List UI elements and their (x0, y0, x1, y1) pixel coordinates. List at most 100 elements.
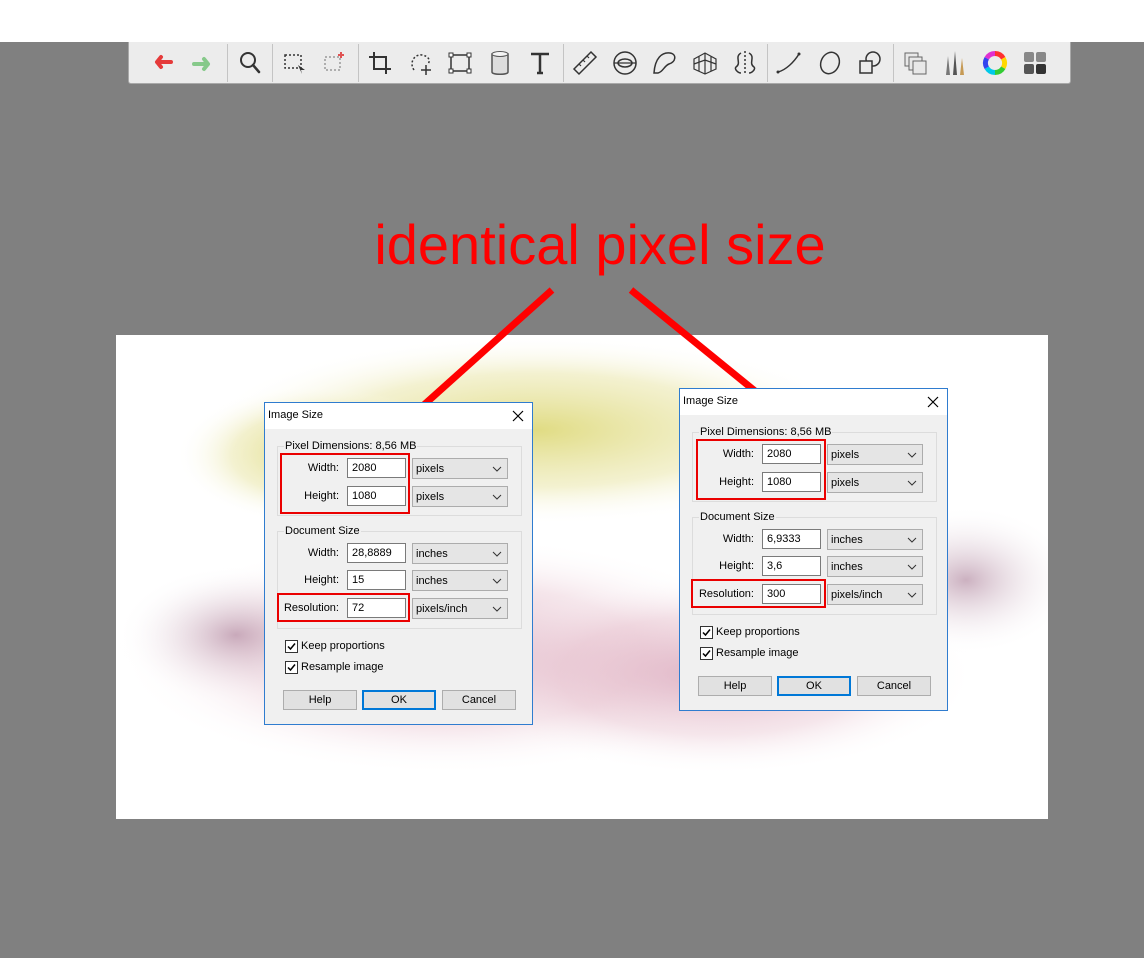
help-button[interactable]: Help (283, 690, 357, 710)
line-stroke-icon[interactable] (774, 48, 804, 78)
pixel-width-unit-value: pixels (416, 463, 445, 475)
shape-tool-icon[interactable] (855, 48, 885, 78)
perspective-grid-icon[interactable] (690, 48, 720, 78)
layers-icon[interactable] (900, 48, 930, 78)
doc-height-unit-value: inches (416, 575, 448, 587)
toolbar-separator (893, 44, 894, 82)
doc-width-input[interactable]: 28,8889 (347, 543, 406, 563)
resolution-highlight (277, 593, 410, 622)
dialog-title: Image Size (683, 395, 739, 407)
toolbar-separator (272, 44, 273, 82)
toolbar-separator (358, 44, 359, 82)
doc-height-unit-value: inches (831, 561, 863, 573)
doc-height-unit-select[interactable]: inches (827, 556, 923, 577)
pixel-dimensions-label: Pixel Dimensions: 8,56 MB (699, 426, 833, 438)
color-wheel-icon[interactable] (980, 48, 1010, 78)
resolution-highlight (691, 579, 826, 608)
pixel-height-unit-value: pixels (416, 491, 445, 503)
checkmark-icon (287, 664, 296, 672)
doc-height-input[interactable]: 3,6 (762, 556, 821, 576)
doc-width-unit-value: inches (416, 548, 448, 560)
doc-width-unit-select[interactable]: inches (827, 529, 923, 550)
doc-width-unit-value: inches (831, 534, 863, 546)
help-button[interactable]: Help (698, 676, 772, 696)
ruler-icon[interactable] (570, 48, 600, 78)
chevron-down-icon (492, 494, 502, 500)
close-icon[interactable] (925, 394, 941, 410)
toolbar (128, 42, 1071, 84)
pixel-dimensions-highlight (280, 453, 410, 514)
resample-image-checkbox[interactable] (700, 647, 713, 660)
cancel-button[interactable]: Cancel (857, 676, 931, 696)
chevron-down-icon (907, 537, 917, 543)
ok-button[interactable]: OK (362, 690, 436, 710)
resolution-unit-value: pixels/inch (416, 603, 468, 615)
chevron-down-icon (907, 564, 917, 570)
brushes-icon[interactable] (940, 48, 970, 78)
keep-proportions-checkbox[interactable] (285, 640, 298, 653)
doc-width-label: Width: (307, 547, 339, 559)
doc-height-unit-select[interactable]: inches (412, 570, 508, 591)
lasso-transform-icon[interactable] (406, 48, 436, 78)
annotation-text: identical pixel size (374, 213, 826, 276)
ellipse-stroke-icon[interactable] (815, 48, 845, 78)
text-tool-icon[interactable] (525, 48, 555, 78)
pixel-height-unit-value: pixels (831, 477, 860, 489)
toolbar-separator (227, 44, 228, 82)
document-size-label: Document Size (699, 511, 776, 523)
dialog-titlebar: Image Size (680, 389, 947, 415)
redo-arrow-icon[interactable] (188, 48, 218, 78)
doc-width-label: Width: (722, 533, 754, 545)
checkmark-icon (287, 643, 296, 651)
ok-button[interactable]: OK (777, 676, 851, 696)
rectangle-selection-icon[interactable] (280, 48, 310, 78)
chevron-down-icon (492, 466, 502, 472)
doc-width-unit-select[interactable]: inches (412, 543, 508, 564)
chevron-down-icon (907, 592, 917, 598)
resolution-unit-select[interactable]: pixels/inch (827, 584, 923, 605)
resolution-unit-select[interactable]: pixels/inch (412, 598, 508, 619)
image-size-dialog: Image Size Pixel Dimensions: 8,56 MB Wid… (264, 402, 533, 725)
cancel-button[interactable]: Cancel (442, 690, 516, 710)
pixel-width-unit-select[interactable]: pixels (412, 458, 508, 479)
perspective-transform-icon[interactable] (445, 48, 475, 78)
pixel-height-unit-select[interactable]: pixels (412, 486, 508, 507)
checkmark-icon (702, 629, 711, 637)
french-curve-icon[interactable] (650, 48, 680, 78)
pixel-width-unit-value: pixels (831, 449, 860, 461)
swatches-icon[interactable] (1020, 48, 1050, 78)
document-size-label: Document Size (284, 525, 361, 537)
undo-arrow-icon[interactable] (147, 48, 177, 78)
keep-proportions-checkbox[interactable] (700, 626, 713, 639)
checkmark-icon (702, 650, 711, 658)
doc-width-input[interactable]: 6,9333 (762, 529, 821, 549)
toolbar-separator (563, 44, 564, 82)
doc-height-label: Height: (304, 574, 339, 586)
pixel-dimensions-highlight (696, 439, 826, 500)
pixel-height-unit-select[interactable]: pixels (827, 472, 923, 493)
dialog-titlebar: Image Size (265, 403, 532, 429)
close-icon[interactable] (510, 408, 526, 424)
keep-proportions-label: Keep proportions (716, 626, 800, 638)
image-size-dialog: Image Size Pixel Dimensions: 8,56 MB Wid… (679, 388, 948, 711)
resample-image-label: Resample image (716, 647, 799, 659)
chevron-down-icon (492, 578, 502, 584)
dialog-title: Image Size (268, 409, 324, 421)
doc-height-input[interactable]: 15 (347, 570, 406, 590)
pixel-width-unit-select[interactable]: pixels (827, 444, 923, 465)
keep-proportions-label: Keep proportions (301, 640, 385, 652)
app-title-area (0, 0, 1144, 42)
pixel-dimensions-label: Pixel Dimensions: 8,56 MB (284, 440, 418, 452)
symmetry-icon[interactable] (730, 48, 760, 78)
ellipse-guide-icon[interactable] (610, 48, 640, 78)
chevron-down-icon (492, 606, 502, 612)
zoom-magnifier-icon[interactable] (235, 48, 265, 78)
magic-selection-icon[interactable] (320, 48, 350, 78)
chevron-down-icon (907, 480, 917, 486)
resample-image-checkbox[interactable] (285, 661, 298, 674)
toolbar-separator (767, 44, 768, 82)
crop-icon[interactable] (365, 48, 395, 78)
resample-image-label: Resample image (301, 661, 384, 673)
bucket-fill-icon[interactable] (485, 48, 515, 78)
chevron-down-icon (907, 452, 917, 458)
